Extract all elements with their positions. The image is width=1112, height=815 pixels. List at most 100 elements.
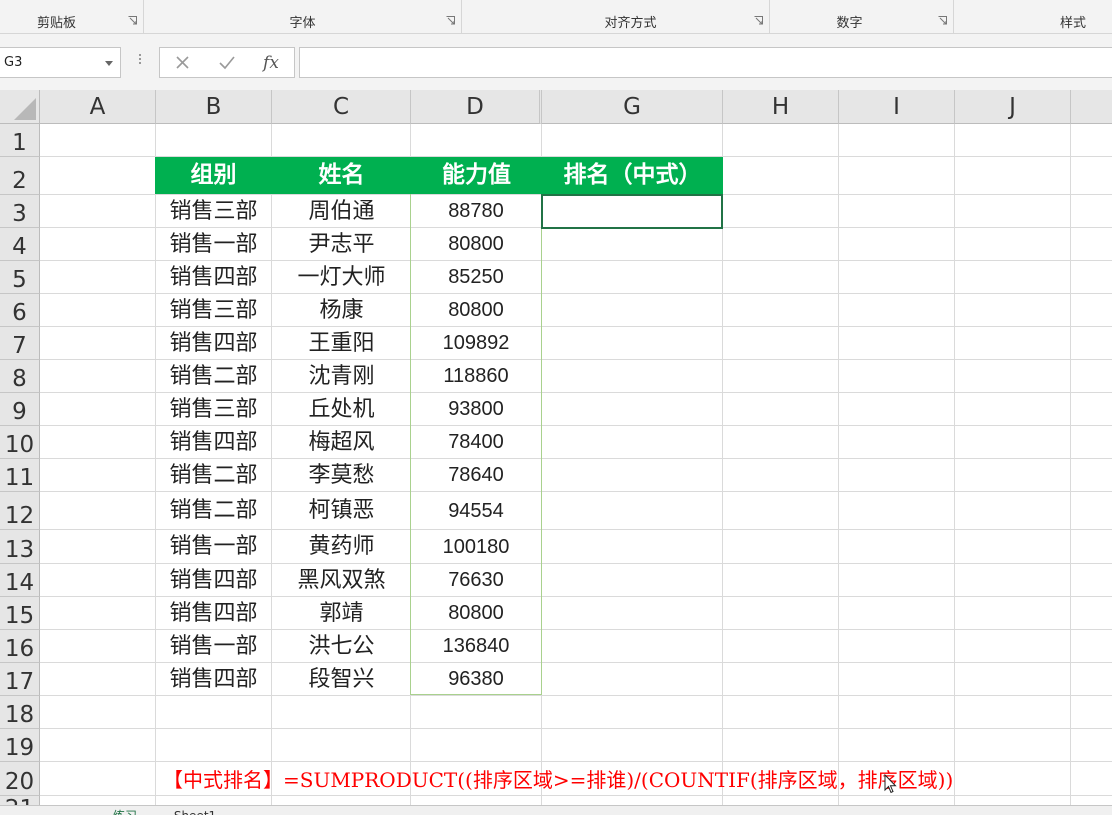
cell-group[interactable]: 销售四部: [156, 426, 271, 459]
cell-value[interactable]: 80800: [411, 597, 541, 630]
row-header[interactable]: 5: [0, 261, 40, 294]
cell-group[interactable]: 销售一部: [156, 228, 271, 261]
dialog-launcher-icon[interactable]: [754, 16, 763, 25]
drag-handle-icon[interactable]: [138, 52, 142, 72]
chevron-down-icon[interactable]: [105, 61, 113, 66]
cell-group[interactable]: 销售二部: [156, 459, 271, 492]
cell-value[interactable]: 85250: [411, 261, 541, 294]
sheet-tab-sheet1[interactable]: Sheet1: [160, 806, 230, 815]
row-header[interactable]: 13: [0, 530, 40, 564]
cell-name[interactable]: 一灯大师: [272, 261, 411, 294]
cell-group[interactable]: 销售三部: [156, 294, 271, 327]
row-header[interactable]: 20: [0, 762, 40, 796]
insert-function-icon[interactable]: fx: [260, 53, 282, 73]
row-header[interactable]: 21: [0, 796, 40, 805]
cell-value[interactable]: 96380: [411, 663, 541, 696]
cell-group[interactable]: 销售一部: [156, 530, 271, 564]
row-header[interactable]: 12: [0, 492, 40, 530]
cell-name[interactable]: 周伯通: [272, 195, 411, 228]
worksheet-grid[interactable]: A B C D G H I J 1 2 3 4 5 6 7 8 9 10 11 …: [0, 90, 1112, 805]
row-header[interactable]: 9: [0, 393, 40, 426]
row-header[interactable]: 19: [0, 729, 40, 762]
formula-note[interactable]: 【中式排名】=SUMPRODUCT((排序区域>=排谁)/(COUNTIF(排序…: [163, 764, 953, 793]
column-header-i[interactable]: I: [839, 90, 955, 124]
cell-value[interactable]: 93800: [411, 393, 541, 426]
cell-group[interactable]: 销售四部: [156, 663, 271, 696]
ribbon-group-label: 对齐方式: [604, 16, 657, 31]
cell-value[interactable]: 100180: [411, 530, 541, 564]
cell-name[interactable]: 杨康: [272, 294, 411, 327]
cell-value[interactable]: 78400: [411, 426, 541, 459]
column-header-k[interactable]: [1071, 90, 1112, 124]
row-header[interactable]: 18: [0, 696, 40, 729]
cell-group[interactable]: 销售四部: [156, 261, 271, 294]
cell-value[interactable]: 136840: [411, 630, 541, 663]
cell-value[interactable]: 109892: [411, 327, 541, 360]
header-rank[interactable]: 排名（中式）: [542, 157, 723, 194]
cell-value[interactable]: 80800: [411, 294, 541, 327]
row-header[interactable]: 3: [0, 195, 40, 228]
cell-name[interactable]: 王重阳: [272, 327, 411, 360]
cell-value[interactable]: 118860: [411, 360, 541, 393]
cell-group[interactable]: 销售二部: [156, 360, 271, 393]
cell-name[interactable]: 洪七公: [272, 630, 411, 663]
cell-name[interactable]: 丘处机: [272, 393, 411, 426]
enter-check-icon[interactable]: [216, 53, 238, 73]
cell-group[interactable]: 销售一部: [156, 630, 271, 663]
header-value[interactable]: 能力值: [411, 157, 542, 194]
cell-value[interactable]: 78640: [411, 459, 541, 492]
row-header[interactable]: 6: [0, 294, 40, 327]
row-header[interactable]: 8: [0, 360, 40, 393]
dialog-launcher-icon[interactable]: [446, 16, 455, 25]
cell-group[interactable]: 销售三部: [156, 393, 271, 426]
column-header-b[interactable]: B: [156, 90, 272, 124]
cell-value[interactable]: 88780: [411, 195, 541, 228]
dialog-launcher-icon[interactable]: [938, 16, 947, 25]
dialog-launcher-icon[interactable]: [128, 16, 137, 25]
column-header-h[interactable]: H: [723, 90, 839, 124]
cell-group[interactable]: 销售二部: [156, 492, 271, 530]
cell-group[interactable]: 销售四部: [156, 597, 271, 630]
cell-name[interactable]: 柯镇恶: [272, 492, 411, 530]
ribbon-group-number: 数字: [770, 0, 954, 34]
cell-name[interactable]: 梅超风: [272, 426, 411, 459]
row-header[interactable]: 10: [0, 426, 40, 459]
cell-name[interactable]: 黑风双煞: [272, 564, 411, 597]
row-header[interactable]: 16: [0, 630, 40, 663]
formula-input[interactable]: [299, 47, 1112, 78]
cancel-icon[interactable]: [172, 53, 194, 73]
header-group[interactable]: 组别: [155, 157, 272, 194]
cell-value[interactable]: 76630: [411, 564, 541, 597]
cell-group[interactable]: 销售三部: [156, 195, 271, 228]
header-name[interactable]: 姓名: [272, 157, 411, 194]
name-box-value: G3: [4, 55, 23, 70]
ribbon-group-clipboard: 剪贴板: [0, 0, 144, 34]
cell-name[interactable]: 沈青刚: [272, 360, 411, 393]
cell-group[interactable]: 销售四部: [156, 327, 271, 360]
selected-cell-g3[interactable]: [541, 194, 723, 229]
cell-value[interactable]: 94554: [411, 492, 541, 530]
row-header[interactable]: 1: [0, 124, 40, 157]
row-header[interactable]: 7: [0, 327, 40, 360]
cell-name[interactable]: 段智兴: [272, 663, 411, 696]
cell-name[interactable]: 郭靖: [272, 597, 411, 630]
column-header-g[interactable]: G: [542, 90, 723, 124]
cell-group[interactable]: 销售四部: [156, 564, 271, 597]
column-header-d[interactable]: D: [411, 90, 542, 124]
row-header[interactable]: 11: [0, 459, 40, 492]
cell-name[interactable]: 李莫愁: [272, 459, 411, 492]
cell-name[interactable]: 尹志平: [272, 228, 411, 261]
column-header-c[interactable]: C: [272, 90, 411, 124]
cell-name[interactable]: 黄药师: [272, 530, 411, 564]
row-header[interactable]: 17: [0, 663, 40, 696]
row-header[interactable]: 2: [0, 157, 40, 195]
column-header-a[interactable]: A: [40, 90, 156, 124]
column-header-j[interactable]: J: [955, 90, 1071, 124]
sheet-tab-practice[interactable]: 练习: [100, 806, 150, 815]
cell-value[interactable]: 80800: [411, 228, 541, 261]
select-all-corner[interactable]: [0, 90, 40, 124]
row-header[interactable]: 4: [0, 228, 40, 261]
row-header[interactable]: 14: [0, 564, 40, 597]
name-box[interactable]: G3: [0, 47, 121, 78]
row-header[interactable]: 15: [0, 597, 40, 630]
